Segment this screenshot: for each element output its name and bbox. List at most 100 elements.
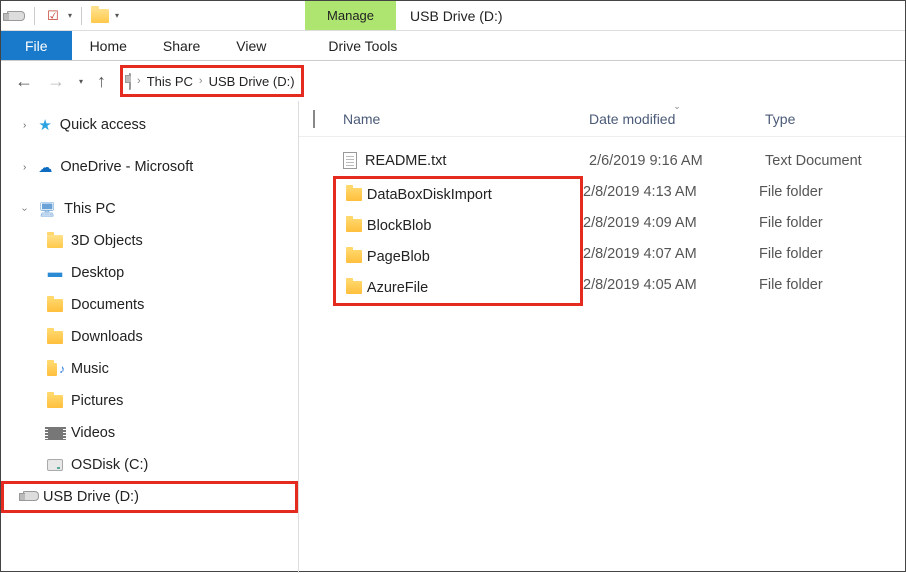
downloads-icon (47, 330, 63, 344)
text-file-icon (343, 152, 365, 169)
column-header-name[interactable]: Name (343, 111, 589, 127)
file-name: PageBlob (367, 249, 580, 265)
chevron-right-icon[interactable]: › (137, 75, 141, 87)
sidebar-item-label: This PC (64, 201, 116, 217)
pc-icon: 🖥 (38, 201, 56, 218)
tab-drive-tools[interactable]: Drive Tools (310, 31, 415, 60)
file-type: File folder (759, 215, 899, 231)
file-type: File folder (759, 184, 899, 200)
qat-customize-icon[interactable]: ▾ (115, 11, 119, 20)
sidebar-item-desktop[interactable]: ▬ Desktop (1, 257, 298, 289)
quick-access-toolbar: ☑ ▾ ▾ (1, 1, 125, 30)
file-name: BlockBlob (367, 218, 580, 234)
folder-highlight-box: DataBoxDiskImport BlockBlob PageBlob Azu… (333, 176, 583, 306)
file-row[interactable]: DataBoxDiskImport (336, 179, 580, 210)
sidebar-item-label: Quick access (60, 117, 146, 133)
new-folder-icon[interactable] (91, 7, 109, 25)
usb-drive-icon (23, 489, 39, 503)
contextual-tab-group: Manage (305, 1, 396, 30)
content-pane: Name ⌄ Date modified Type README.txt 2/6… (299, 101, 905, 573)
file-date: 2/8/2019 4:07 AM (583, 246, 759, 262)
3d-objects-icon (47, 234, 63, 248)
file-date: 2/8/2019 4:05 AM (583, 277, 759, 293)
column-headers: Name ⌄ Date modified Type (299, 101, 905, 137)
column-header-date[interactable]: ⌄ Date modified (589, 111, 765, 127)
sidebar-item-downloads[interactable]: Downloads (1, 321, 298, 353)
breadcrumb-this-pc[interactable]: This PC (147, 74, 193, 89)
cloud-icon: ☁ (38, 159, 52, 176)
sidebar-item-3d-objects[interactable]: 3D Objects (1, 225, 298, 257)
sidebar-item-label: OneDrive - Microsoft (60, 159, 193, 175)
pictures-icon (47, 394, 63, 408)
chevron-right-icon[interactable]: › (199, 75, 203, 87)
chevron-right-icon[interactable]: › (23, 120, 26, 131)
up-button[interactable]: ↑ (97, 71, 106, 92)
sidebar-item-onedrive[interactable]: › ☁ OneDrive - Microsoft (1, 151, 298, 183)
videos-icon (47, 426, 63, 440)
qat-separator (34, 7, 35, 25)
sidebar-item-label: Desktop (71, 265, 124, 281)
sidebar-item-usb-drive[interactable]: USB Drive (D:) (23, 489, 139, 505)
breadcrumb[interactable]: › This PC › USB Drive (D:) (129, 74, 295, 89)
disk-icon (47, 458, 63, 472)
sidebar-item-pictures[interactable]: Pictures (1, 385, 298, 417)
file-row[interactable]: PageBlob (336, 241, 580, 272)
title-bar: ☑ ▾ ▾ Manage USB Drive (D:) (1, 1, 905, 31)
chevron-right-icon[interactable]: › (23, 162, 26, 173)
breadcrumb-current[interactable]: USB Drive (D:) (209, 74, 295, 89)
tab-view[interactable]: View (218, 31, 284, 60)
sidebar-item-osdisk[interactable]: OSDisk (C:) (1, 449, 298, 481)
sidebar-item-label: Downloads (71, 329, 143, 345)
file-name: DataBoxDiskImport (367, 187, 580, 203)
back-button[interactable]: ← (15, 71, 33, 92)
usb-drive-icon (7, 7, 25, 25)
file-type: File folder (759, 277, 899, 293)
folder-icon (346, 250, 367, 263)
sidebar-item-documents[interactable]: Documents (1, 289, 298, 321)
tab-file[interactable]: File (1, 31, 72, 60)
file-type: File folder (759, 246, 899, 262)
file-date: 2/6/2019 9:16 AM (589, 153, 765, 169)
sidebar-item-music[interactable]: ♪ Music (1, 353, 298, 385)
properties-icon[interactable]: ☑ (44, 7, 62, 25)
sidebar-item-videos[interactable]: Videos (1, 417, 298, 449)
sidebar-item-label: Pictures (71, 393, 123, 409)
navigation-pane: › ★ Quick access › ☁ OneDrive - Microsof… (1, 101, 299, 573)
file-name: AzureFile (367, 280, 580, 296)
folder-icon (346, 281, 367, 294)
file-date: 2/8/2019 4:09 AM (583, 215, 759, 231)
music-icon: ♪ (47, 362, 63, 376)
file-list: README.txt 2/6/2019 9:16 AM Text Documen… (299, 137, 905, 306)
file-type: Text Document (765, 153, 905, 169)
sidebar-item-this-pc[interactable]: › 🖥 This PC (1, 193, 298, 225)
desktop-icon: ▬ (47, 266, 63, 280)
sidebar-item-quick-access[interactable]: › ★ Quick access (1, 109, 298, 141)
sidebar-item-label: Videos (71, 425, 115, 441)
column-header-label: Date modified (589, 111, 675, 127)
select-all-checkbox[interactable] (313, 111, 343, 127)
address-bar-highlight: › This PC › USB Drive (D:) (120, 65, 304, 97)
chevron-down-icon[interactable]: › (19, 207, 30, 210)
file-row[interactable]: AzureFile (336, 272, 580, 303)
tab-home[interactable]: Home (72, 31, 145, 60)
column-header-type[interactable]: Type (765, 111, 905, 127)
forward-button[interactable]: → (47, 71, 65, 92)
sidebar-item-label: Documents (71, 297, 144, 313)
manage-context-label: Manage (305, 1, 396, 30)
sidebar-item-label: OSDisk (C:) (71, 457, 148, 473)
sidebar-item-usb-drive-highlight: USB Drive (D:) (1, 481, 298, 513)
documents-icon (47, 298, 63, 312)
navigation-bar: ← → ▾ ↑ › This PC › USB Drive (D:) (1, 61, 905, 101)
sidebar-item-label: Music (71, 361, 109, 377)
history-dropdown-icon[interactable]: ▾ (79, 77, 83, 86)
tab-share[interactable]: Share (145, 31, 218, 60)
ribbon-tabs: File Home Share View Drive Tools (1, 31, 905, 61)
file-row[interactable]: BlockBlob (336, 210, 580, 241)
sort-indicator-icon: ⌄ (673, 101, 681, 112)
file-row[interactable]: README.txt 2/6/2019 9:16 AM Text Documen… (299, 145, 905, 176)
folder-icon (346, 188, 367, 201)
qat-dropdown-icon[interactable]: ▾ (68, 11, 72, 20)
file-name: README.txt (365, 153, 589, 169)
folder-icon (346, 219, 367, 232)
usb-drive-icon (129, 74, 131, 89)
